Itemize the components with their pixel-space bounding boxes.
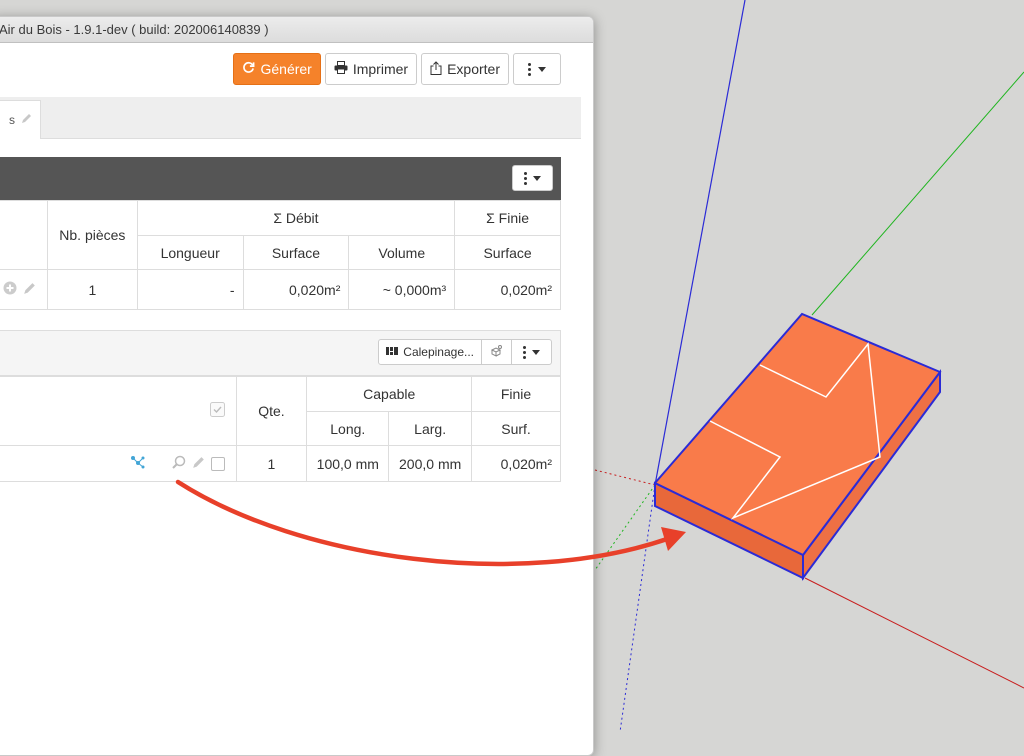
group-capable: Capable — [306, 376, 473, 412]
print-button[interactable]: Imprimer — [324, 53, 418, 85]
cell-finie-surface: 0,020m² — [454, 269, 561, 310]
cell-long: 100,0 mm — [306, 445, 390, 482]
chevron-down-icon — [538, 66, 546, 72]
col-larg: Larg. — [388, 411, 473, 446]
generate-label: Générer — [260, 61, 312, 77]
green-axis — [811, 71, 1024, 316]
pencil-icon[interactable] — [23, 282, 36, 298]
export-icon — [430, 60, 442, 78]
tab-current[interactable]: s — [0, 100, 41, 139]
cell-surf: 0,020m² — [471, 445, 561, 482]
col-finie-surface: Surface — [454, 235, 561, 270]
kebab-menu-icon — [528, 62, 531, 76]
checkbox-icon[interactable] — [209, 402, 225, 420]
export-label: Exporter — [447, 61, 500, 77]
toolbar: Générer Imprimer Exporter — [233, 53, 561, 85]
col-surface: Surface — [242, 235, 350, 270]
hierarchy-icon[interactable] — [130, 455, 146, 472]
calepinage-button[interactable]: Calepinage... — [378, 339, 482, 365]
group-finie: Σ Finie — [454, 200, 561, 236]
col-long: Long. — [306, 411, 390, 446]
col-pieces: Nb. pièces — [46, 200, 138, 270]
parts-button-group: Calepinage... — [378, 339, 552, 365]
summary-blank-head — [0, 200, 48, 270]
parts-name-head — [0, 376, 237, 446]
red-axis-dashed — [594, 469, 656, 486]
generate-button[interactable]: Générer — [233, 53, 321, 85]
summary-header — [0, 157, 561, 200]
group-finie-parts: Finie — [471, 376, 561, 412]
parts-menu-button[interactable] — [511, 339, 552, 365]
row-actions — [0, 269, 48, 310]
calepinage-label: Calepinage... — [403, 345, 474, 359]
cell-pieces: 1 — [46, 269, 138, 310]
plus-circle-icon[interactable] — [3, 281, 17, 298]
tab-strip: s — [0, 97, 581, 139]
sheet-icon — [490, 344, 503, 360]
cell-longueur: - — [136, 269, 244, 310]
kebab-menu-icon — [523, 345, 526, 359]
red-axis — [804, 577, 1024, 689]
print-icon — [334, 61, 348, 77]
kebab-menu-icon — [524, 171, 527, 185]
group-debit: Σ Débit — [136, 200, 456, 236]
col-qte: Qte. — [235, 376, 308, 446]
parts-header: Calepinage... — [0, 330, 561, 376]
summary-menu-button[interactable] — [512, 165, 553, 191]
table-row[interactable]: 1 100,0 mm 200,0 mm 0,020m² — [0, 445, 561, 482]
tab-label: s — [9, 113, 15, 127]
col-surf: Surf. — [471, 411, 561, 446]
refresh-icon — [242, 61, 255, 77]
wood-part-model — [653, 312, 942, 582]
export-button[interactable]: Exporter — [421, 53, 509, 85]
part-actions — [0, 445, 237, 482]
chevron-down-icon — [532, 349, 540, 355]
parts-table: Qte. Capable Finie Long. Larg. Surf. 1 1… — [0, 376, 561, 482]
select-checkbox[interactable] — [210, 456, 225, 471]
more-menu-button[interactable] — [513, 53, 561, 85]
window-title: Air du Bois - 1.9.1-dev ( build: 2020061… — [0, 17, 593, 43]
pencil-icon[interactable] — [192, 456, 205, 472]
cell-larg: 200,0 mm — [388, 445, 473, 482]
col-longueur: Longueur — [136, 235, 244, 270]
cell-volume: ~ 0,000m³ — [348, 269, 456, 310]
summary-table: Nb. pièces Σ Débit Σ Finie Longueur Surf… — [0, 200, 561, 310]
app-window: Air du Bois - 1.9.1-dev ( build: 2020061… — [0, 16, 594, 756]
print-label: Imprimer — [352, 61, 409, 77]
green-axis-dashed — [594, 484, 656, 571]
cell-qte: 1 — [235, 445, 308, 482]
sheet-button[interactable] — [481, 339, 512, 365]
col-volume: Volume — [348, 235, 456, 270]
cell-surface: 0,020m² — [242, 269, 350, 310]
pencil-icon[interactable] — [21, 113, 32, 127]
zoom-icon[interactable] — [171, 455, 186, 472]
chevron-down-icon — [533, 175, 541, 181]
blue-axis-dashed — [619, 484, 656, 733]
table-row[interactable]: 1 - 0,020m² ~ 0,000m³ 0,020m² — [0, 269, 561, 310]
calepinage-icon — [386, 345, 399, 359]
